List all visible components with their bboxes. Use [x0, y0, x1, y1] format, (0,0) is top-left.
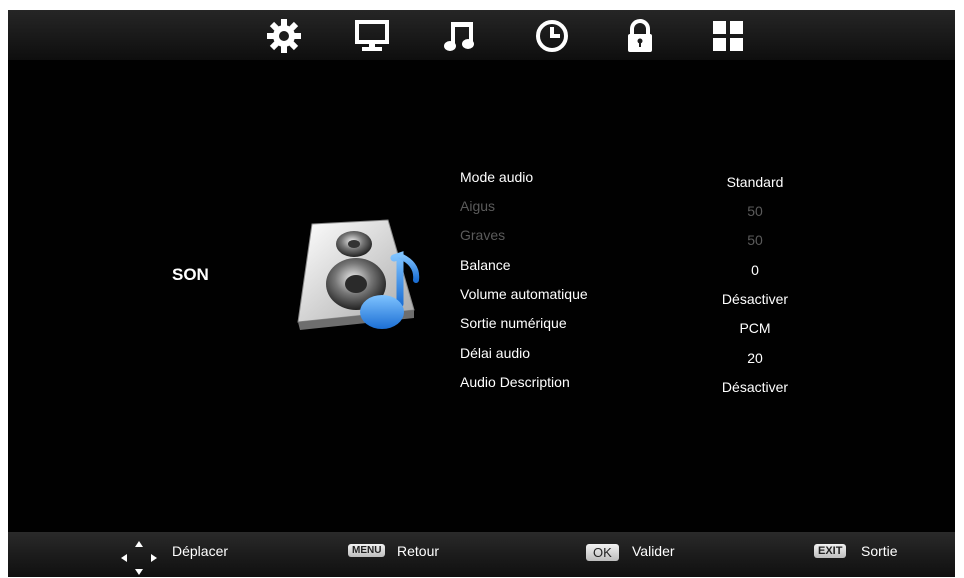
menu-item-value: Standard — [726, 174, 784, 190]
category-title: SON — [172, 265, 209, 284]
hint-ok-label: Valider — [632, 543, 675, 559]
menu-item-digital-output[interactable]: Sortie numérique PCM — [460, 315, 840, 343]
top-nav-sound[interactable] — [440, 16, 480, 56]
gear-icon — [267, 19, 301, 53]
dpad-arrows-icon — [121, 541, 157, 575]
exit-key-badge: EXIT — [814, 544, 847, 558]
menu-item-value: 0 — [751, 262, 759, 278]
top-nav-bar — [8, 10, 955, 60]
monitor-icon — [355, 20, 389, 51]
menu-key-badge: MENU — [348, 544, 386, 557]
top-nav-settings[interactable] — [264, 16, 304, 56]
menu-item-audio-description[interactable]: Audio Description Désactiver — [460, 374, 840, 402]
menu-item-bass: Graves 50 — [460, 227, 840, 255]
menu-item-label: Sortie numérique — [460, 315, 567, 331]
menu-item-audio-delay[interactable]: Délai audio 20 — [460, 345, 840, 373]
menu-item-value: 50 — [747, 232, 763, 248]
menu-item-value: Désactiver — [721, 379, 789, 395]
menu-item-label: Aigus — [460, 198, 496, 214]
menu-item-value: PCM — [739, 320, 771, 336]
menu-item-label: Graves — [460, 227, 506, 243]
clock-icon — [536, 20, 568, 52]
speaker-music-icon — [297, 219, 420, 330]
tv-settings-screen: SON Mode audio Standard Aigus 50 Graves … — [8, 10, 955, 577]
lock-icon — [628, 19, 652, 52]
menu-item-balance[interactable]: Balance 0 — [460, 257, 840, 285]
top-nav-apps[interactable] — [708, 16, 748, 56]
ok-key-badge: OK — [586, 544, 619, 561]
menu-item-label: Audio Description — [460, 374, 570, 390]
menu-item-treble: Aigus 50 — [460, 198, 840, 226]
menu-item-label: Délai audio — [460, 345, 531, 361]
help-bar: Déplacer MENU Retour OK Valider EXIT Sor… — [8, 532, 955, 577]
menu-item-auto-volume[interactable]: Volume automatique Désactiver — [460, 286, 840, 314]
top-nav-picture[interactable] — [352, 16, 392, 56]
grid-icon — [713, 21, 743, 51]
top-nav-time[interactable] — [532, 16, 572, 56]
menu-item-label: Mode audio — [460, 169, 534, 185]
hint-move-label: Déplacer — [172, 543, 229, 559]
menu-item-label: Volume automatique — [460, 286, 588, 302]
menu-item-value: 20 — [747, 350, 763, 366]
menu-item-audio-mode[interactable]: Mode audio Standard — [460, 169, 840, 197]
menu-item-value: Désactiver — [721, 291, 789, 307]
top-nav-lock[interactable] — [620, 16, 660, 56]
hint-back-label: Retour — [397, 543, 440, 559]
menu-item-label: Balance — [460, 257, 511, 273]
music-note-icon — [444, 22, 474, 51]
menu-item-value: 50 — [747, 203, 763, 219]
hint-exit-label: Sortie — [861, 543, 898, 559]
